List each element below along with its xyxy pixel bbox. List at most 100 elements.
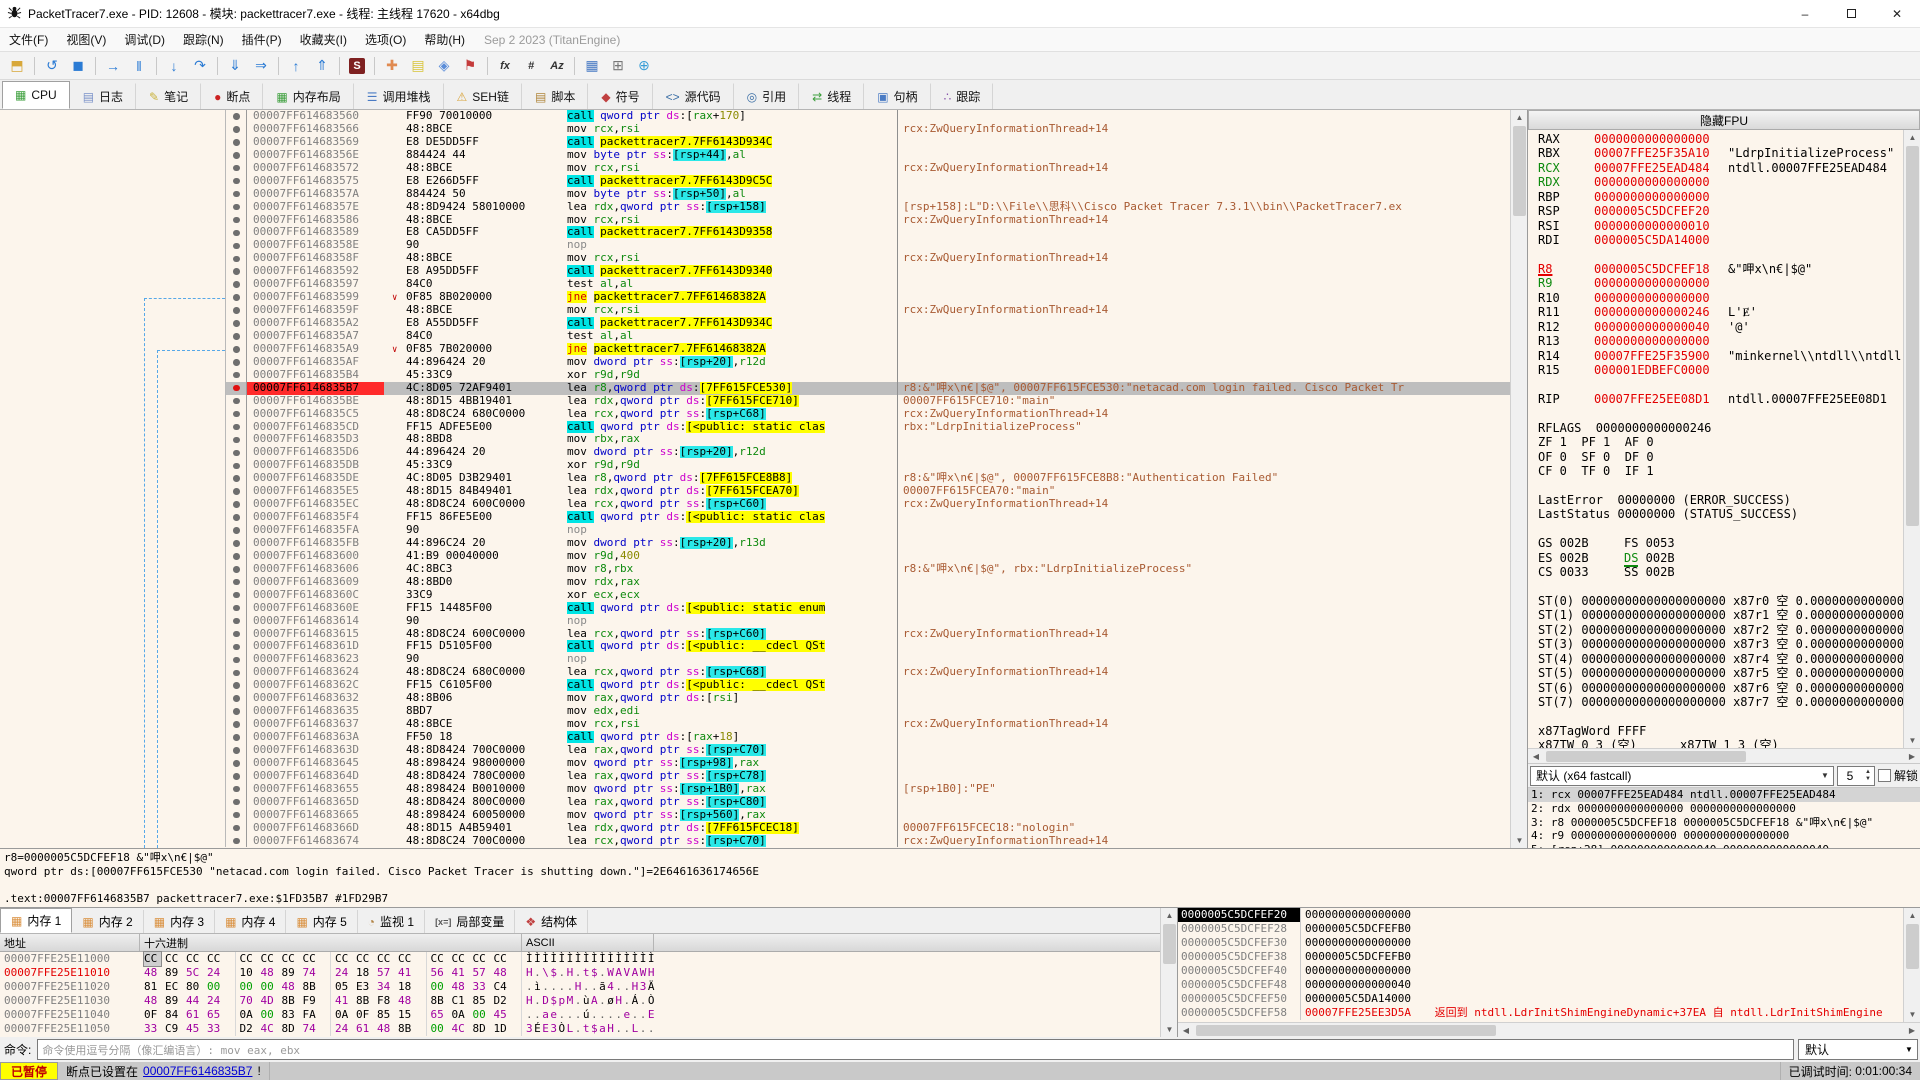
tab-线程[interactable]: ⇄ 线程 bbox=[799, 83, 865, 109]
restart-icon[interactable]: ↺ bbox=[40, 54, 64, 78]
command-input[interactable]: 命令使用逗号分隔（像汇编语言）: mov eax, ebx bbox=[37, 1039, 1794, 1060]
stack-address[interactable]: 0000005C5DCFEF58 bbox=[1178, 1006, 1300, 1020]
instruction-cell[interactable]: mov r9d,400 bbox=[567, 550, 897, 563]
stack-value[interactable]: 0000000000000000 bbox=[1300, 936, 1428, 950]
execute-till-return-icon[interactable]: ↑ bbox=[284, 54, 308, 78]
scroll-down-arrow[interactable]: ▼ bbox=[1161, 1022, 1178, 1037]
disasm-row[interactable]: 00007FF61468358E 90 nop bbox=[0, 238, 1510, 253]
memory-ascii[interactable]: 3ÉE3ÒL.t$aH..L.. bbox=[522, 1022, 654, 1036]
memory-byte[interactable]: 0F bbox=[356, 1008, 377, 1022]
memory-byte[interactable]: 41 bbox=[398, 966, 419, 980]
memory-byte[interactable]: 57 bbox=[377, 966, 398, 980]
menu-item-帮助[interactable]: 帮助(H) bbox=[415, 28, 474, 51]
memory-byte[interactable]: 81 bbox=[144, 980, 165, 994]
memory-byte[interactable]: 61 bbox=[356, 1022, 377, 1036]
preferences-icon[interactable]: ⊕ bbox=[632, 54, 656, 78]
disasm-row[interactable]: 00007FF614683566 48:8BCE mov rcx,rsi rcx:Zw… bbox=[0, 122, 1510, 136]
stack-row[interactable]: 0000005C5DCFEF20 0000000000000000 bbox=[1178, 908, 1903, 922]
comment-cell[interactable] bbox=[897, 459, 1510, 473]
memory-byte[interactable]: 65 bbox=[207, 1008, 228, 1022]
disasm-row[interactable]: 00007FF614683609 48:8BD0 mov rdx,rax bbox=[0, 575, 1510, 589]
bytes-cell[interactable]: 4C:8D05 72AF9401 bbox=[384, 381, 567, 395]
instruction-cell[interactable]: jne packettracer7.7FF61468382A bbox=[567, 291, 897, 304]
memory-rows[interactable]: 00007FFE25E11000 CC CC CC CC CC CC CC CC CC CC CC CC… bbox=[0, 951, 1160, 1036]
disasm-row[interactable]: 00007FF6146835A2 E8 A55DD5FF call packettr… bbox=[0, 316, 1510, 330]
register-value[interactable]: 0000000000000000 bbox=[1594, 334, 1728, 348]
instruction-dot-icon[interactable] bbox=[233, 682, 240, 689]
bytes-cell[interactable]: 33C9 bbox=[384, 588, 567, 602]
instruction-dot-icon[interactable] bbox=[233, 811, 240, 819]
memory-byte[interactable]: 85 bbox=[473, 994, 494, 1008]
memory-byte[interactable]: 45 bbox=[186, 1022, 207, 1036]
memory-byte[interactable]: C9 bbox=[165, 1022, 186, 1036]
comment-cell[interactable]: r8:&"呷x\n€|$@", 00007FF615FCE8B8:"Authen… bbox=[897, 472, 1510, 486]
memory-byte[interactable]: 0F bbox=[144, 1008, 165, 1022]
memory-byte[interactable]: 48 bbox=[494, 966, 515, 980]
instruction-dot-icon[interactable] bbox=[233, 436, 240, 444]
tab-内存 4[interactable]: ▦ 内存 4 bbox=[215, 910, 287, 933]
memory-byte[interactable]: 24 bbox=[335, 1022, 356, 1036]
address-cell[interactable]: 00007FF6146835A9 bbox=[247, 342, 384, 356]
register-line[interactable]: RSI 0000000000000010 bbox=[1538, 219, 1903, 233]
maximize-button[interactable] bbox=[1828, 0, 1874, 27]
comment-cell[interactable] bbox=[897, 135, 1510, 149]
memory-byte[interactable]: CC bbox=[431, 952, 452, 966]
comment-cell[interactable] bbox=[897, 174, 1510, 188]
disasm-row[interactable]: 00007FF61468363A FF50 18 call qword ptr ds… bbox=[0, 730, 1510, 744]
instruction-cell[interactable]: call packettracer7.7FF6143D934C bbox=[567, 317, 897, 330]
instruction-dot-icon[interactable] bbox=[233, 630, 240, 638]
instruction-cell[interactable]: call qword ptr ds:[rax+18] bbox=[567, 731, 897, 744]
step-over-icon[interactable]: ↷ bbox=[188, 54, 212, 78]
memory-byte[interactable]: CC bbox=[335, 952, 356, 966]
register-line[interactable]: CF 0 TF 0 IF 1 bbox=[1538, 464, 1903, 478]
menu-item-选项[interactable]: 选项(O) bbox=[356, 28, 415, 51]
address-cell[interactable]: 00007FF61468356E bbox=[247, 148, 384, 162]
tab-引用[interactable]: ◎ 引用 bbox=[734, 83, 800, 109]
instruction-cell[interactable]: mov rcx,rsi bbox=[567, 162, 897, 175]
bytes-cell[interactable]: 41:B9 00040000 bbox=[384, 549, 567, 563]
disasm-row[interactable]: 00007FF6146835FA 90 nop bbox=[0, 523, 1510, 537]
memory-byte[interactable]: 0A bbox=[240, 1008, 261, 1022]
register-value[interactable]: 00007FFE25EE08D1 bbox=[1594, 392, 1728, 406]
tab-监视 1[interactable]: ◔ 监视 1 bbox=[358, 910, 426, 933]
disasm-row[interactable]: 00007FF614683599 ∨ 0F85 8B020000 jne packet… bbox=[0, 290, 1510, 305]
instruction-cell[interactable]: mov rcx,rsi bbox=[567, 252, 897, 265]
register-value[interactable]: 00007FFE25EAD484 bbox=[1594, 161, 1728, 175]
scroll-down-arrow[interactable]: ▼ bbox=[1511, 833, 1527, 848]
memory-ascii-header[interactable]: ASCII bbox=[522, 934, 654, 951]
register-line[interactable]: OF 0 SF 0 DF 0 bbox=[1538, 450, 1903, 464]
comment-cell[interactable] bbox=[897, 692, 1510, 706]
address-cell[interactable]: 00007FF6146835B4 bbox=[247, 368, 384, 382]
comment-cell[interactable] bbox=[897, 705, 1510, 719]
menu-item-收藏夹[interactable]: 收藏夹(I) bbox=[291, 28, 356, 51]
disasm-row[interactable]: 00007FF61468363D 48:8D8424 700C0000 lea ra… bbox=[0, 743, 1510, 757]
register-line[interactable]: ES 002B DS 002B bbox=[1538, 550, 1903, 567]
memory-byte[interactable]: D2 bbox=[494, 994, 515, 1008]
comment-cell[interactable] bbox=[897, 601, 1510, 615]
address-cell[interactable]: 00007FF61468366D bbox=[247, 821, 384, 835]
instruction-cell[interactable]: call qword ptr ds:[<public: static clas bbox=[567, 511, 897, 524]
comment-cell[interactable]: 00007FF615FCEA70:"main" bbox=[897, 485, 1510, 499]
bytes-cell[interactable]: FF90 70010000 bbox=[384, 110, 567, 123]
memory-byte[interactable]: CC bbox=[143, 951, 162, 967]
memory-byte[interactable]: 65 bbox=[431, 1008, 452, 1022]
disasm-row[interactable]: 00007FF614683632 48:8B06 mov rax,qword ptr… bbox=[0, 691, 1510, 706]
instruction-cell[interactable]: mov qword ptr ss:[rsp+98],rax bbox=[567, 756, 897, 770]
instruction-dot-icon[interactable] bbox=[233, 371, 240, 379]
memory-byte[interactable]: 0A bbox=[335, 1008, 356, 1022]
instruction-cell[interactable]: call packettracer7.7FF6143D9C5C bbox=[567, 174, 897, 188]
register-value[interactable]: 0000005C5DCFEF18 bbox=[1594, 262, 1728, 276]
comment-cell[interactable] bbox=[897, 278, 1510, 292]
instruction-cell[interactable]: test al,al bbox=[567, 278, 897, 291]
hide-fpu-button[interactable]: 隐藏FPU bbox=[1528, 110, 1920, 130]
instruction-dot-icon[interactable] bbox=[233, 578, 240, 586]
disasm-row[interactable]: 00007FF6146835D3 48:8BD8 mov rbx,rax bbox=[0, 433, 1510, 447]
disasm-row[interactable]: 00007FF614683645 48:898424 98000000 mov qw… bbox=[0, 756, 1510, 770]
register-line[interactable]: GS 002B FS 0053 bbox=[1538, 536, 1903, 550]
comment-cell[interactable] bbox=[897, 329, 1510, 343]
memory-byte[interactable]: E3 bbox=[356, 980, 377, 994]
comment-cell[interactable] bbox=[897, 291, 1510, 305]
address-cell[interactable]: 00007FF61468360E bbox=[247, 601, 384, 615]
instruction-dot-icon[interactable] bbox=[233, 113, 240, 120]
instruction-dot-icon[interactable] bbox=[233, 255, 240, 262]
